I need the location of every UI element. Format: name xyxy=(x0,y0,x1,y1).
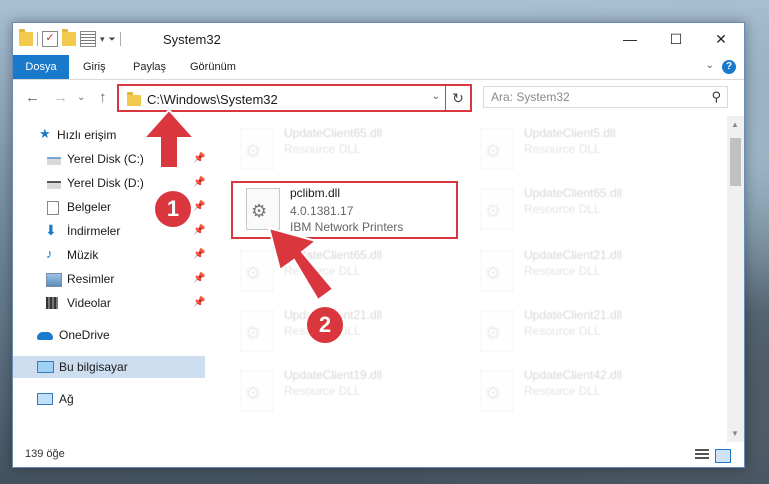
arrow-to-file xyxy=(267,226,335,302)
step-2-badge: 2 xyxy=(305,305,345,345)
step-1-badge: 1 xyxy=(153,189,193,229)
arrow-to-address-bar xyxy=(141,108,197,169)
annotation-arrows xyxy=(141,108,335,302)
